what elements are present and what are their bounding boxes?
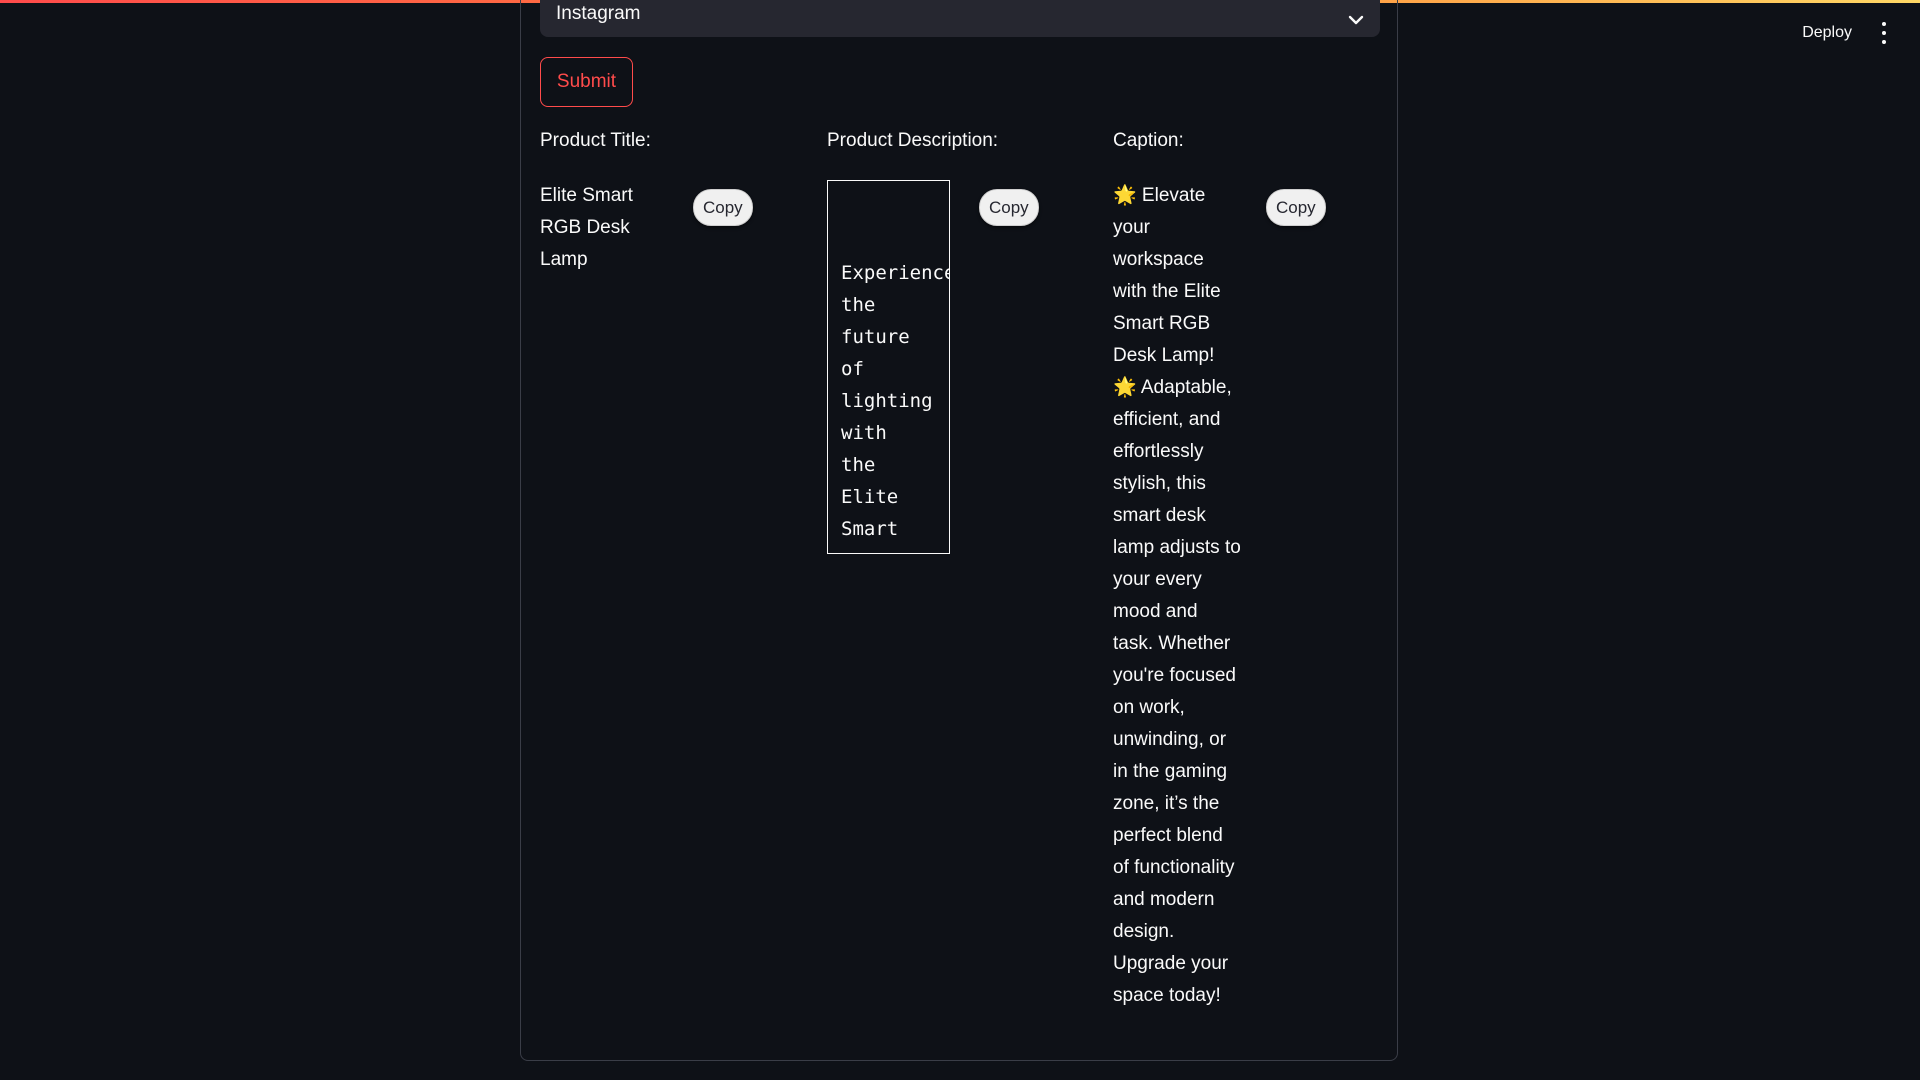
platform-select[interactable]: Instagram [540,0,1380,37]
product-description-value: Experience the future of lighting with t… [841,262,950,540]
copy-title-button[interactable]: Copy [693,189,753,226]
product-description-label: Product Description: [827,130,999,151]
product-description-box[interactable]: Experience the future of lighting with t… [827,180,950,554]
submit-button[interactable]: Submit [540,57,633,107]
product-title-label: Product Title: [540,130,651,151]
platform-select-value: Instagram [556,3,641,24]
toolbar: Deploy [1802,22,1890,44]
product-title-value: Elite Smart RGB Desk Lamp [540,185,633,270]
kebab-menu-icon[interactable] [1878,22,1890,44]
caption-value: 🌟 Elevate your workspace with the Elite … [1113,185,1241,1006]
chevron-down-icon [1348,15,1364,25]
deploy-button[interactable]: Deploy [1802,24,1852,42]
copy-description-button[interactable]: Copy [979,189,1039,226]
form-container [520,0,1398,1061]
caption-label: Caption: [1113,130,1184,151]
copy-caption-button[interactable]: Copy [1266,189,1326,226]
